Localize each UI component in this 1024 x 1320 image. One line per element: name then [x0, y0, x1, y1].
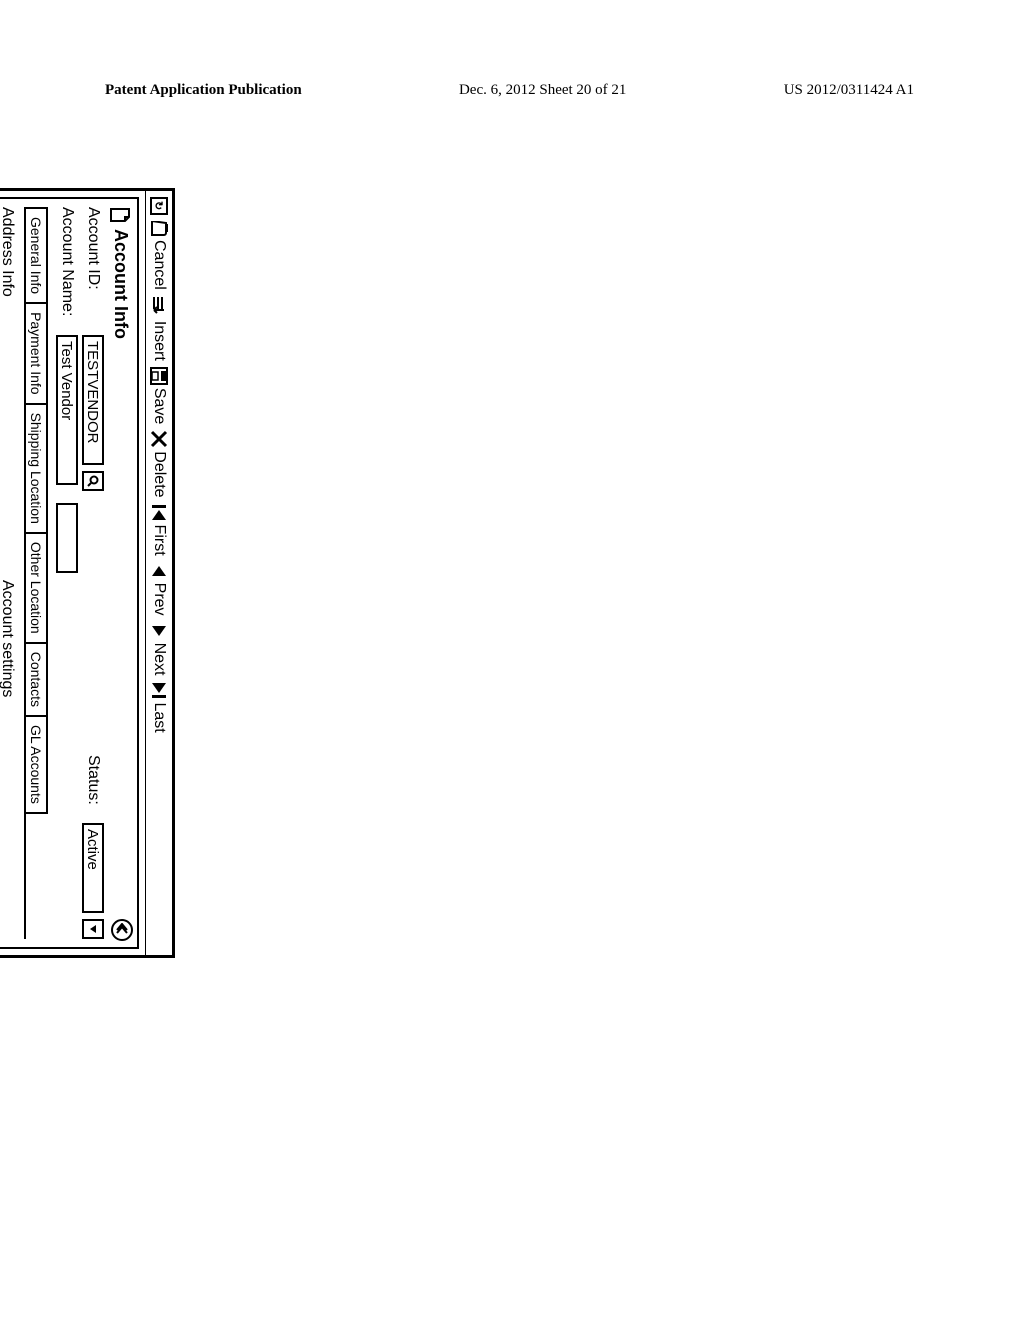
account-id-field[interactable]: TESTVENDOR — [82, 335, 104, 465]
account-id-label: Account ID: — [84, 207, 102, 327]
document-icon — [111, 207, 131, 223]
refresh-icon[interactable]: ↻ — [150, 197, 168, 215]
svg-text:↻: ↻ — [152, 201, 164, 210]
tab-shipping-location[interactable]: Shipping Location — [26, 403, 48, 534]
figure-wrap: ↻ Cancel Insert Save Delete — [0, 188, 175, 958]
status-dropdown-icon[interactable] — [82, 919, 104, 939]
delete-button[interactable]: Delete — [150, 430, 168, 497]
collapse-icon[interactable] — [111, 919, 133, 941]
pub-number: US 2012/0311424 A1 — [784, 82, 914, 99]
status-field[interactable]: Active — [82, 823, 104, 913]
tabstrip: General Info Payment Info Shipping Locat… — [26, 207, 48, 939]
cancel-button[interactable]: Cancel — [150, 221, 168, 290]
section-title-text: Account Info — [110, 229, 131, 339]
first-button[interactable]: First — [150, 504, 168, 556]
first-label: First — [150, 525, 168, 556]
page-header: Patent Application Publication Dec. 6, 2… — [105, 82, 914, 99]
tab-other-location[interactable]: Other Location — [26, 532, 48, 644]
cancel-icon — [150, 221, 168, 237]
pub-date-sheet: Dec. 6, 2012 Sheet 20 of 21 — [459, 82, 626, 99]
next-button[interactable]: Next — [150, 622, 168, 676]
toolbar: ↻ Cancel Insert Save Delete — [145, 191, 172, 955]
tab-gl-accounts[interactable]: GL Accounts — [26, 715, 48, 814]
delete-icon — [150, 430, 168, 448]
right-column: Account settings Parent record Pay To Pa… — [0, 580, 16, 939]
next-icon — [150, 622, 168, 640]
save-label: Save — [150, 388, 168, 424]
account-name-field[interactable]: Test Vendor — [56, 335, 78, 485]
app-window: ↻ Cancel Insert Save Delete — [0, 188, 175, 958]
tab-panel-general: Address Info Address: Address Line City:… — [0, 207, 26, 939]
left-column: Address Info Address: Address Line City:… — [0, 207, 16, 566]
delete-label: Delete — [150, 451, 168, 497]
tab-contacts[interactable]: Contacts — [26, 642, 48, 717]
insert-button[interactable]: Insert — [150, 296, 168, 361]
save-button[interactable]: Save — [150, 367, 168, 424]
insert-icon — [150, 296, 168, 318]
save-icon — [150, 367, 168, 385]
first-icon — [150, 504, 168, 522]
account-settings-title: Account settings — [0, 580, 16, 939]
content-panel: Account Info Account ID: TESTVENDOR Stat… — [0, 197, 139, 949]
status-label: Status: — [84, 755, 102, 815]
insert-label: Insert — [150, 321, 168, 361]
section-title: Account Info — [110, 207, 131, 939]
address-info-title: Address Info — [0, 207, 16, 566]
pub-label: Patent Application Publication — [105, 82, 302, 99]
aux-field[interactable] — [56, 503, 78, 573]
tab-payment-info[interactable]: Payment Info — [26, 302, 48, 405]
tab-general-info[interactable]: General Info — [26, 207, 48, 304]
next-label: Next — [150, 643, 168, 676]
last-icon — [150, 681, 168, 699]
prev-button[interactable]: Prev — [150, 562, 168, 616]
last-label: Last — [150, 702, 168, 732]
prev-icon — [150, 562, 168, 580]
account-name-label: Account Name: — [58, 207, 76, 327]
last-button[interactable]: Last — [150, 681, 168, 732]
account-id-lookup-icon[interactable] — [82, 471, 104, 491]
cancel-label: Cancel — [150, 240, 168, 290]
prev-label: Prev — [150, 583, 168, 616]
